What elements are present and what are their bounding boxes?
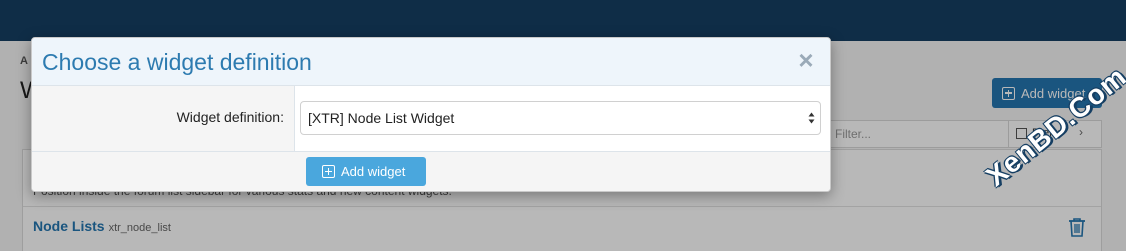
form-label-column: Widget definition: xyxy=(32,86,295,151)
add-widget-submit-button[interactable]: Add widget xyxy=(306,157,426,186)
close-icon[interactable]: × xyxy=(794,47,818,73)
form-submit-row: Add widget xyxy=(32,152,830,191)
modal-title: Choose a widget definition xyxy=(42,49,312,75)
select-arrows-icon xyxy=(808,112,815,124)
widget-definition-select[interactable]: [XTR] Node List Widget xyxy=(300,101,821,135)
widget-definition-label: Widget definition: xyxy=(176,109,284,125)
plus-square-icon xyxy=(322,165,335,178)
modal-header: Choose a widget definition × xyxy=(32,38,830,86)
selected-value: [XTR] Node List Widget xyxy=(308,110,455,126)
widget-definition-row: Widget definition: [XTR] Node List Widge… xyxy=(32,86,830,152)
choose-widget-modal: Choose a widget definition × Widget defi… xyxy=(31,37,831,192)
add-widget-submit-label: Add widget xyxy=(341,164,406,179)
